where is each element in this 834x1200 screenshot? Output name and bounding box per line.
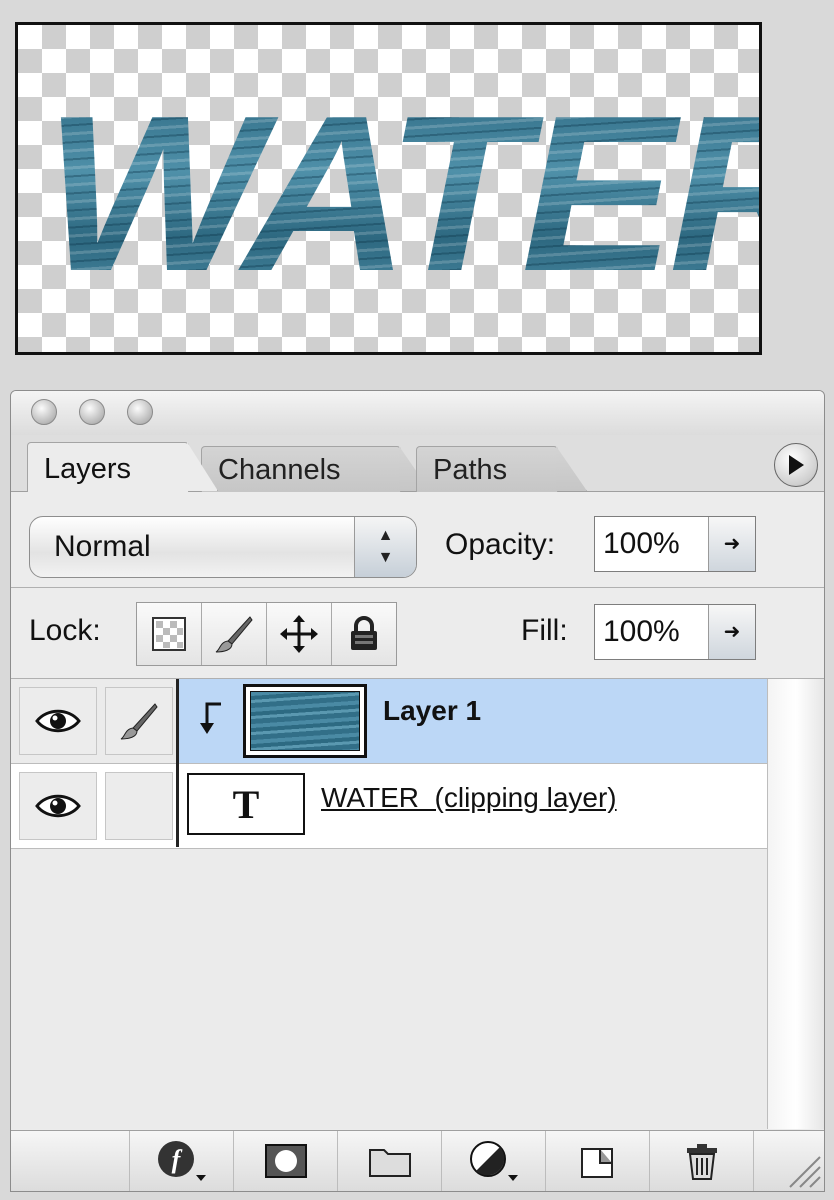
new-layer-icon xyxy=(581,1148,613,1178)
folder-icon xyxy=(369,1149,411,1177)
visibility-toggle[interactable] xyxy=(19,772,97,840)
fill-label: Fill: xyxy=(521,614,568,647)
layer-link-cell[interactable] xyxy=(105,687,173,755)
play-arrow-icon xyxy=(789,455,804,475)
panel-menu-button[interactable] xyxy=(774,443,818,487)
layer-style-button[interactable]: f xyxy=(129,1131,234,1191)
lock-fill-row: Lock: Fill: 100% ➜ xyxy=(11,588,824,679)
panel-titlebar xyxy=(11,391,824,436)
lock-transparent-pixels-button[interactable] xyxy=(137,603,202,665)
document-canvas: WATER xyxy=(15,22,762,355)
layer-row-water[interactable]: T WATER (clipping layer) xyxy=(11,764,768,849)
adjustment-layer-icon xyxy=(470,1141,518,1181)
resize-grip-icon[interactable] xyxy=(782,1149,822,1189)
tab-layers[interactable]: Layers xyxy=(27,442,189,492)
blend-mode-value: Normal xyxy=(54,530,151,563)
opacity-slider-button[interactable]: ➜ xyxy=(708,517,755,571)
opacity-field[interactable]: 100% ➜ xyxy=(594,516,756,572)
adjustment-layer-button[interactable] xyxy=(441,1131,546,1191)
layer-link-cell[interactable] xyxy=(105,772,173,840)
blend-opacity-row: Normal ▲ ▼ Opacity: 100% ➜ xyxy=(11,492,824,588)
layer-style-icon: f xyxy=(158,1141,206,1181)
fill-field[interactable]: 100% ➜ xyxy=(594,604,756,660)
new-group-button[interactable] xyxy=(337,1131,442,1191)
blend-mode-select[interactable]: Normal ▲ ▼ xyxy=(29,516,417,578)
up-down-arrows-icon: ▲ ▼ xyxy=(354,517,416,577)
lock-label: Lock: xyxy=(29,614,101,647)
clipping-arrow-icon xyxy=(200,702,221,734)
opacity-value: 100% xyxy=(603,527,680,560)
zoom-window-button[interactable] xyxy=(127,399,153,425)
layer-divider xyxy=(176,679,179,847)
lock-all-button[interactable] xyxy=(332,603,396,665)
lock-position-button[interactable] xyxy=(267,603,332,665)
fill-value: 100% xyxy=(603,615,680,648)
lock-all-icon xyxy=(351,616,377,650)
eye-icon xyxy=(35,794,81,818)
lock-image-pixels-icon xyxy=(215,616,253,653)
lock-transparent-pixels-icon xyxy=(152,617,186,651)
close-window-button[interactable] xyxy=(31,399,57,425)
lock-position-icon xyxy=(280,615,318,653)
trash-icon xyxy=(687,1144,717,1180)
layer-row-layer-1[interactable]: Layer 1 xyxy=(11,679,768,764)
panel-tabs: Layers Channels Paths xyxy=(11,435,824,492)
layer-list: Layer 1 T WATER (clipping layer) xyxy=(11,679,768,1129)
new-layer-button[interactable] xyxy=(545,1131,650,1191)
fill-slider-button[interactable]: ➜ xyxy=(708,605,755,659)
tab-channels[interactable]: Channels xyxy=(201,446,401,492)
lock-buttons xyxy=(136,602,397,666)
layers-panel: Layers Channels Paths Normal ▲ ▼ Opacity:… xyxy=(10,390,825,1192)
water-text-artwork: WATER xyxy=(44,83,759,305)
layer-name[interactable]: WATER (clipping layer) xyxy=(321,782,617,814)
visibility-toggle[interactable] xyxy=(19,687,97,755)
layer-mask-icon xyxy=(265,1144,307,1178)
brush-icon xyxy=(120,703,158,740)
eye-icon xyxy=(35,709,81,733)
layer-name[interactable]: Layer 1 xyxy=(383,695,481,727)
layer-thumbnail xyxy=(243,684,367,758)
tab-paths[interactable]: Paths xyxy=(416,446,558,492)
delete-layer-button[interactable] xyxy=(649,1131,754,1191)
opacity-label: Opacity: xyxy=(445,528,556,561)
layer-mask-button[interactable] xyxy=(233,1131,338,1191)
text-layer-thumbnail: T xyxy=(187,773,305,835)
lock-image-pixels-button[interactable] xyxy=(202,603,267,665)
text-layer-icon: T xyxy=(232,781,260,827)
layer-list-scrollbar[interactable] xyxy=(767,679,824,1129)
minimize-window-button[interactable] xyxy=(79,399,105,425)
panel-bottom-toolbar: f xyxy=(11,1130,824,1191)
